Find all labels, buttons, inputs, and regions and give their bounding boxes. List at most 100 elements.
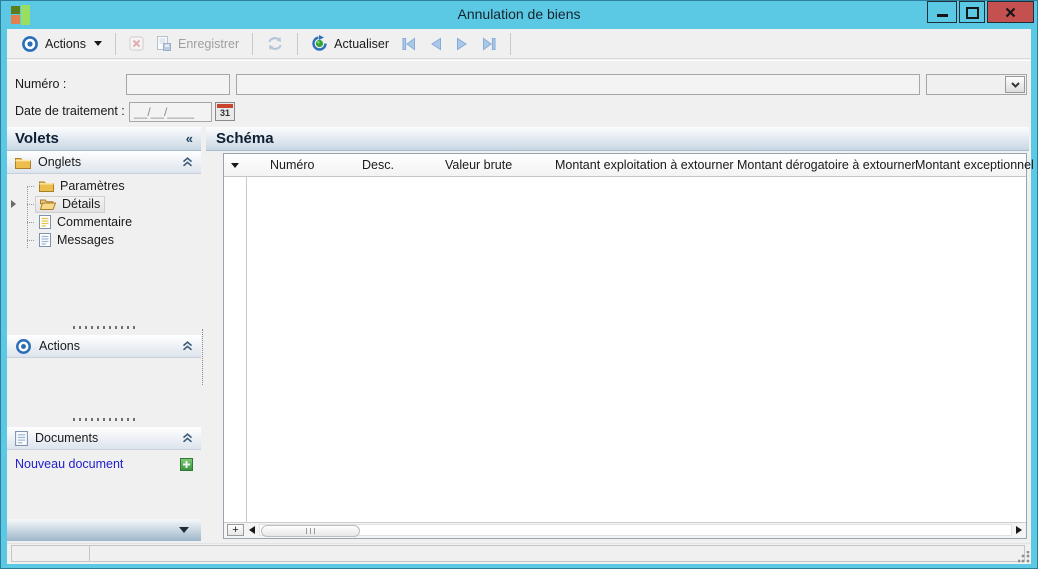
tree-item-messages[interactable]: Messages <box>7 231 201 249</box>
save-button[interactable]: Enregistrer <box>150 34 245 53</box>
sidebar-splitter[interactable] <box>7 415 201 423</box>
document-icon <box>39 233 51 247</box>
app-window: Annulation de biens Actions Enregistrer … <box>0 0 1038 569</box>
save-label: Enregistrer <box>178 36 240 51</box>
numero-description-input[interactable] <box>236 74 920 95</box>
date-placeholder: __/__/____ <box>134 105 195 119</box>
chevron-double-up-icon <box>182 433 193 443</box>
save-icon <box>156 36 172 51</box>
scroll-right-arrow[interactable] <box>1016 526 1022 534</box>
status-combobox[interactable] <box>926 74 1027 95</box>
calendar-day-label: 31 <box>219 108 230 118</box>
maximize-button[interactable] <box>959 1 985 23</box>
refresh-label: Actualiser <box>334 36 390 51</box>
schema-title: Schéma <box>216 130 274 147</box>
refresh-button[interactable]: Actualiser <box>305 33 395 54</box>
toolbar-separator <box>252 32 254 55</box>
tree-item-label: Paramètres <box>60 179 125 193</box>
grid-header-row: Numéro Desc. Valeur brute Montant exploi… <box>224 154 1034 177</box>
window-title: Annulation de biens <box>457 6 581 22</box>
status-cell-right <box>89 545 1025 562</box>
actions-target-icon <box>15 338 32 355</box>
titlebar[interactable]: Annulation de biens <box>1 1 1037 29</box>
minimize-button[interactable] <box>927 1 957 23</box>
grid-horizontal-scrollbar: + <box>224 522 1026 538</box>
group-header-documents[interactable]: Documents <box>7 427 201 450</box>
resize-grip[interactable] <box>1018 551 1030 563</box>
chevron-down-icon <box>179 527 189 533</box>
actions-label: Actions <box>45 36 86 51</box>
chevron-double-up-icon <box>182 341 193 351</box>
actions-group-label: Actions <box>39 339 80 353</box>
last-record-button[interactable] <box>475 35 503 53</box>
add-row-button[interactable]: + <box>227 524 244 536</box>
delete-button[interactable] <box>123 34 150 53</box>
minimize-icon <box>936 14 948 17</box>
tree-item-details[interactable]: Détails <box>7 195 201 213</box>
refresh-icon <box>311 35 328 52</box>
group-header-actions[interactable]: Actions <box>7 335 201 358</box>
vertical-splitter[interactable] <box>202 329 203 385</box>
grid-options-button[interactable] <box>224 154 246 176</box>
column-header-montant-derogatoire[interactable]: Montant dérogatoire à extourner <box>737 158 916 172</box>
first-record-icon <box>401 37 417 51</box>
column-header-numero[interactable]: Numéro <box>270 158 314 172</box>
calendar-picker-button[interactable]: 31 <box>215 102 235 121</box>
scrollbar-thumb[interactable] <box>261 525 360 537</box>
scrollbar-grip-icon <box>305 528 315 534</box>
scroll-left-arrow[interactable] <box>249 526 255 534</box>
volets-header: Volets « <box>7 127 201 151</box>
sidebar-splitter[interactable] <box>7 323 201 331</box>
column-header-montant-exploitation[interactable]: Montant exploitation à extourner <box>555 158 734 172</box>
chevron-down-icon <box>1010 81 1020 88</box>
column-header-montant-exceptionnel[interactable]: Montant exceptionnel <box>915 158 1034 172</box>
tree-item-label: Messages <box>57 233 114 247</box>
column-header-desc[interactable]: Desc. <box>362 158 394 172</box>
group-header-onglets[interactable]: Onglets <box>7 151 201 174</box>
numero-label: Numéro : <box>15 77 67 91</box>
onglets-tree: Paramètres Détails Commentaire Messages <box>7 177 201 249</box>
date-input[interactable]: __/__/____ <box>129 102 212 122</box>
maximize-icon <box>965 6 979 19</box>
sync-button[interactable] <box>260 34 290 53</box>
previous-record-button[interactable] <box>423 35 449 53</box>
sidebar-volets: Volets « Onglets Paramètres Détails Comm… <box>7 127 201 541</box>
tree-item-label: Commentaire <box>57 215 133 229</box>
first-record-button[interactable] <box>395 35 423 53</box>
last-record-icon <box>481 37 497 51</box>
numero-input[interactable] <box>126 74 230 95</box>
tree-item-label: Détails <box>62 197 101 211</box>
close-button[interactable] <box>987 1 1034 23</box>
header-form: Numéro : Date de traitement : __/__/____… <box>7 60 1031 128</box>
sync-icon <box>266 36 284 51</box>
folder-icon <box>15 156 31 169</box>
chevron-double-up-icon <box>182 157 193 167</box>
tree-item-parametres[interactable]: Paramètres <box>7 177 201 195</box>
delete-icon <box>129 36 144 51</box>
next-record-icon <box>455 37 469 51</box>
next-record-button[interactable] <box>449 35 475 53</box>
combo-dropdown-button[interactable] <box>1005 76 1025 93</box>
plus-icon <box>183 460 190 468</box>
collapse-sidebar-button[interactable]: « <box>186 131 193 146</box>
sidebar-collapse-bar[interactable] <box>7 519 201 541</box>
toolbar-separator <box>297 32 299 55</box>
tree-item-commentaire[interactable]: Commentaire <box>7 213 201 231</box>
client-area: Actions Enregistrer Actualiser Numéro: … <box>7 29 1034 564</box>
status-bar <box>7 543 1031 564</box>
schema-grid: Numéro Desc. Valeur brute Montant exploi… <box>223 153 1034 539</box>
toolbar-separator <box>115 32 116 55</box>
toolbar: Actions Enregistrer Actualiser <box>7 29 1031 59</box>
new-document-link[interactable]: Nouveau document <box>15 457 123 471</box>
scrollbar-track[interactable] <box>259 524 1012 537</box>
schema-panel: Schéma Numéro Desc. Valeur brute Montant… <box>206 127 1034 541</box>
column-header-valeur-brute[interactable]: Valeur brute <box>445 158 512 172</box>
dropdown-caret-icon <box>94 41 102 46</box>
expand-arrow-icon[interactable] <box>11 200 16 208</box>
volets-title: Volets <box>15 130 59 147</box>
open-folder-icon <box>40 198 56 210</box>
close-icon <box>1005 7 1016 18</box>
add-document-button[interactable] <box>180 457 193 471</box>
onglets-label: Onglets <box>38 155 82 169</box>
actions-button[interactable]: Actions <box>15 33 108 55</box>
